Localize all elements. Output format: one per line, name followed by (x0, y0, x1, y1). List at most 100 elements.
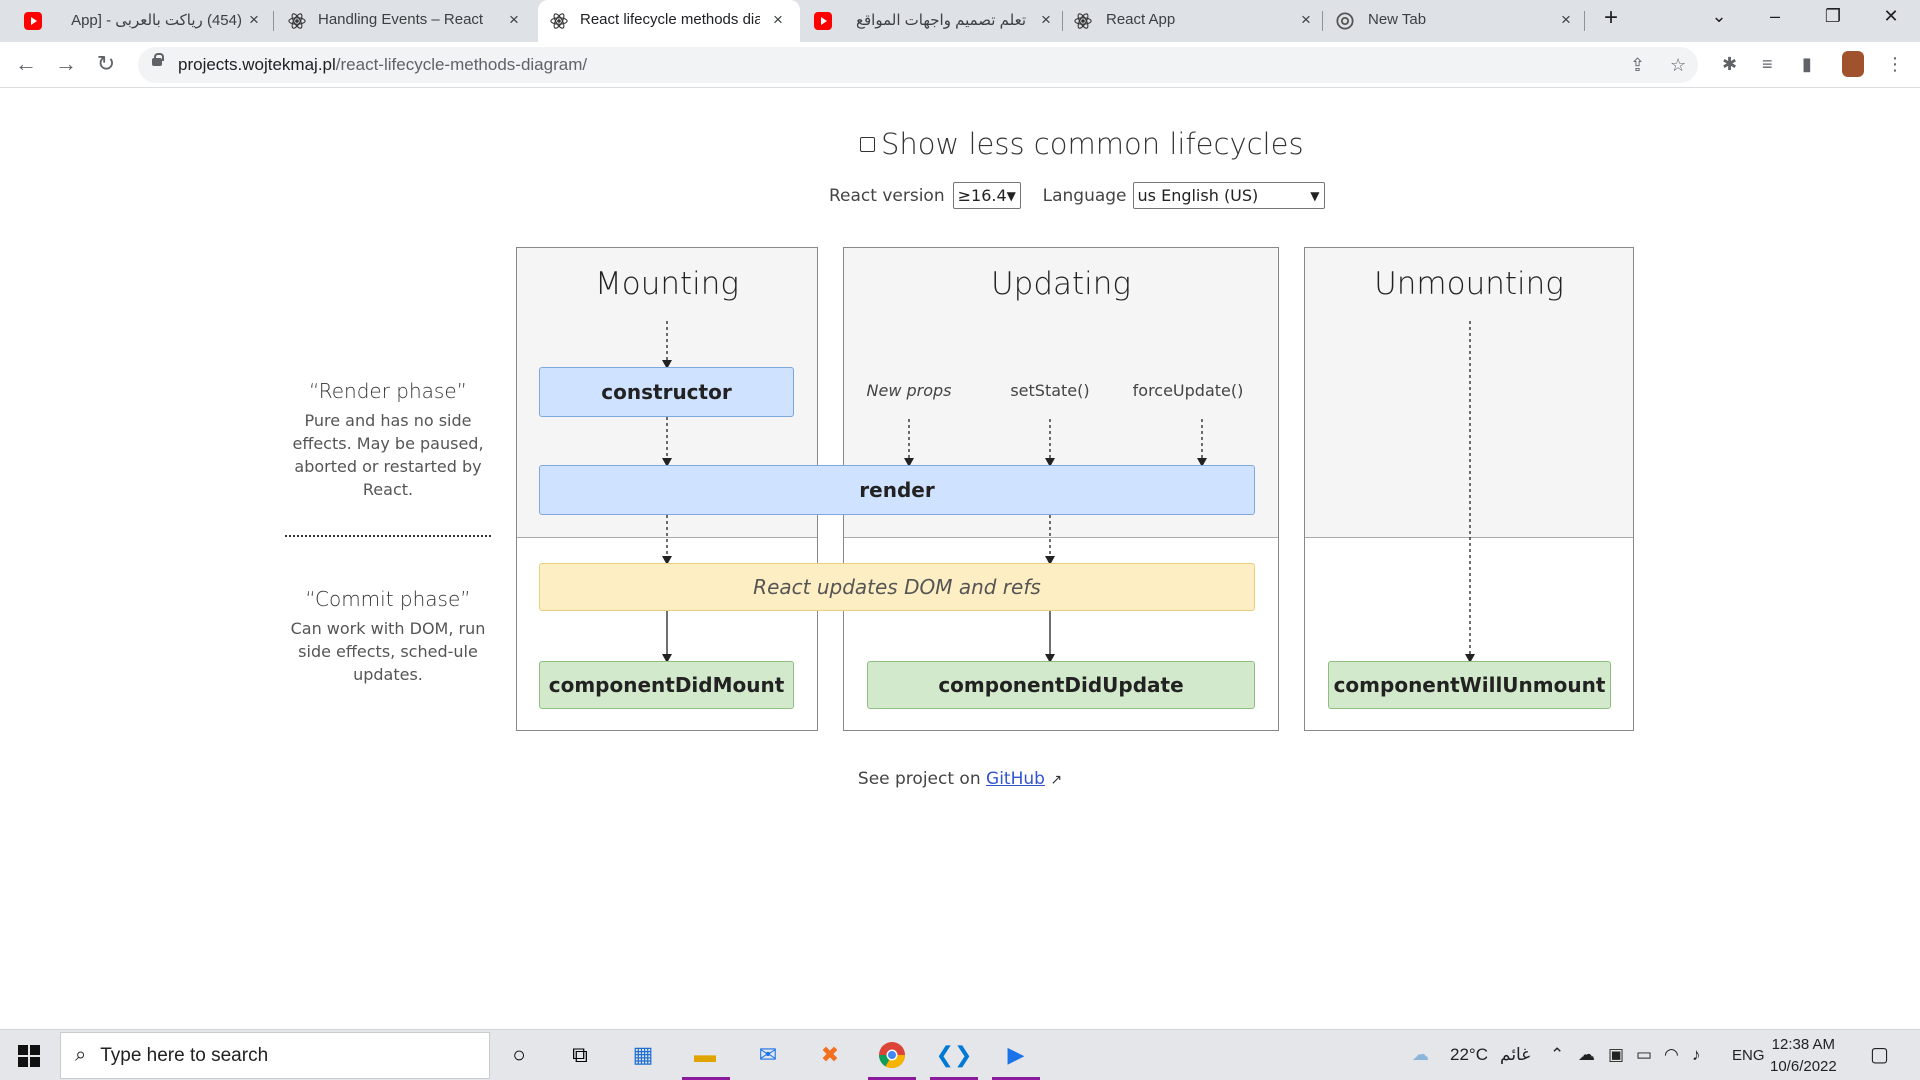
close-icon[interactable]: × (1296, 10, 1316, 30)
reload-icon[interactable]: ↻ (92, 50, 120, 78)
search-placeholder: Type here to search (100, 1044, 269, 1066)
tab-4[interactable]: React App × (1064, 0, 1324, 42)
close-icon[interactable]: × (504, 10, 524, 30)
close-icon[interactable]: × (1036, 10, 1056, 30)
volume-icon[interactable]: ♪ (1692, 1045, 1701, 1065)
back-icon[interactable]: ← (12, 50, 40, 78)
tab-1[interactable]: Handling Events – React × (274, 0, 536, 42)
address-bar[interactable]: projects.wojtekmaj.pl/react-lifecycle-me… (138, 47, 1698, 83)
mail-icon[interactable]: ✉ (751, 1038, 785, 1072)
taskbar-search[interactable]: ⌕ Type here to search (60, 1032, 490, 1079)
browser-toolbar: ← → ↻ projects.wojtekmaj.pl/react-lifecy… (0, 42, 1920, 88)
meet-icon[interactable]: ▣ (1608, 1045, 1624, 1065)
file-explorer-icon[interactable]: ▬ (688, 1038, 722, 1072)
tab-title: New Tab (1368, 11, 1427, 28)
search-icon: ⌕ (75, 1044, 87, 1066)
tab-title: React lifecycle methods dia (580, 11, 760, 28)
chrome-icon (1336, 12, 1354, 30)
will-unmount-label: componentWillUnmount (1333, 673, 1606, 697)
react-icon (288, 13, 306, 29)
xampp-icon[interactable]: ✖ (813, 1038, 847, 1072)
chevron-up-icon[interactable]: ⌃ (1550, 1045, 1564, 1065)
render-box[interactable]: render (539, 465, 1255, 515)
minimize-icon[interactable]: – (1760, 6, 1790, 27)
windows-taskbar: ⌕ Type here to search ○ ⧉ ▦ ▬ ✉ ✖ ❮❯ ▶ ☁… (0, 1029, 1920, 1080)
chrome-icon[interactable] (875, 1038, 909, 1072)
language-indicator[interactable]: ENG (1732, 1047, 1765, 1064)
component-did-update-box[interactable]: componentDidUpdate (867, 661, 1255, 709)
url-text[interactable]: projects.wojtekmaj.pl/react-lifecycle-me… (178, 55, 587, 75)
tab-2[interactable]: React lifecycle methods dia × (538, 0, 800, 42)
tab-divider (1584, 11, 1585, 31)
render-label: render (859, 478, 935, 502)
store-icon[interactable]: ▦ (626, 1038, 660, 1072)
github-link[interactable]: GitHub (986, 769, 1045, 789)
constructor-box[interactable]: constructor (539, 367, 794, 417)
url-path: /react-lifecycle-methods-diagram/ (335, 55, 588, 74)
url-host: projects.wojtekmaj.pl (178, 55, 336, 74)
new-props-trigger: New props (866, 381, 952, 400)
extensions-icon[interactable]: ✱ (1722, 54, 1737, 75)
task-view-icon[interactable]: ⧉ (563, 1038, 597, 1072)
media-control-icon[interactable]: ≡ (1762, 54, 1773, 75)
side-panel-icon[interactable]: ▮ (1802, 54, 1812, 75)
new-tab-button[interactable]: + (1596, 4, 1626, 32)
did-mount-label: componentDidMount (548, 673, 785, 697)
constructor-label: constructor (601, 380, 732, 404)
page-content: Show less common lifecycles React versio… (0, 89, 1920, 1029)
battery-icon[interactable]: ▭ (1636, 1045, 1652, 1065)
phase-divider (285, 535, 491, 537)
restore-icon[interactable]: ❐ (1818, 6, 1848, 27)
tab-divider (1062, 11, 1063, 31)
tab-title: React App (1106, 11, 1176, 28)
close-window-icon[interactable]: ✕ (1876, 6, 1906, 27)
tab-5[interactable]: New Tab × (1324, 0, 1584, 42)
render-phase-text: Pure and has no side effects. May be pau… (292, 411, 484, 499)
weather-temp[interactable]: 22°C (1450, 1045, 1488, 1065)
clock-time: 12:38 AM (1771, 1036, 1836, 1053)
page-footer: See project on GitHub ↗ (0, 769, 1920, 789)
notifications-icon[interactable]: ▢ (1870, 1042, 1889, 1067)
footer-text: See project on (857, 769, 981, 789)
weather-desc[interactable]: غائم (1500, 1045, 1530, 1065)
clock-date: 10/6/2022 (1770, 1058, 1837, 1075)
tab-title: Handling Events – React (318, 11, 484, 28)
tab-3[interactable]: تعلم تصميم واجهات المواقع × (802, 0, 1064, 42)
component-will-unmount-box[interactable]: componentWillUnmount (1328, 661, 1611, 709)
close-icon[interactable]: × (1556, 10, 1576, 30)
vscode-icon[interactable]: ❮❯ (936, 1038, 973, 1072)
menu-icon[interactable]: ⋮ (1886, 54, 1904, 75)
dom-update-box: React updates DOM and refs (539, 563, 1255, 611)
force-update-trigger: forceUpdate() (1132, 381, 1244, 400)
profile-avatar[interactable] (1842, 51, 1864, 77)
component-did-mount-box[interactable]: componentDidMount (539, 661, 794, 709)
lifecycle-diagram: Mounting Updating Unmounting constructor… (0, 89, 1920, 1029)
close-icon[interactable]: × (768, 10, 788, 30)
tab-strip: (454) رياكت بالعربى - [App × Handling Ev… (0, 0, 1920, 42)
render-phase-description: “Render phase” Pure and has no side effe… (282, 379, 494, 501)
tab-search-icon[interactable]: ⌄ (1704, 6, 1734, 27)
close-icon[interactable]: × (244, 10, 264, 30)
wifi-icon[interactable]: ◠ (1664, 1045, 1679, 1065)
commit-phase-text: Can work with DOM, run side effects, sch… (290, 619, 486, 684)
commit-phase-description: “Commit phase” Can work with DOM, run si… (282, 587, 494, 686)
windows-start-icon[interactable] (18, 1045, 40, 1067)
system-clock[interactable]: 12:38 AM 10/6/2022 (1770, 1034, 1837, 1078)
weather-icon[interactable]: ☁ (1412, 1045, 1429, 1065)
tab-title: (454) رياكت بالعربى - [App (71, 12, 242, 29)
forward-icon[interactable]: → (52, 50, 80, 78)
tab-0[interactable]: (454) رياكت بالعربى - [App × (0, 0, 272, 42)
youtube-icon (24, 12, 42, 30)
media-player-icon[interactable]: ▶ (999, 1038, 1033, 1072)
dom-update-label: React updates DOM and refs (753, 575, 1041, 599)
onedrive-icon[interactable]: ☁ (1578, 1045, 1595, 1065)
cortana-icon[interactable]: ○ (502, 1038, 536, 1072)
youtube-icon (814, 12, 832, 30)
external-link-icon: ↗ (1050, 772, 1063, 788)
did-update-label: componentDidUpdate (938, 673, 1184, 697)
tab-divider (1322, 11, 1323, 31)
bookmark-star-icon[interactable]: ☆ (1670, 55, 1686, 76)
render-phase-title: “Render phase” (308, 379, 468, 403)
share-icon[interactable]: ⇪ (1630, 55, 1645, 76)
commit-phase-title: “Commit phase” (305, 587, 471, 611)
